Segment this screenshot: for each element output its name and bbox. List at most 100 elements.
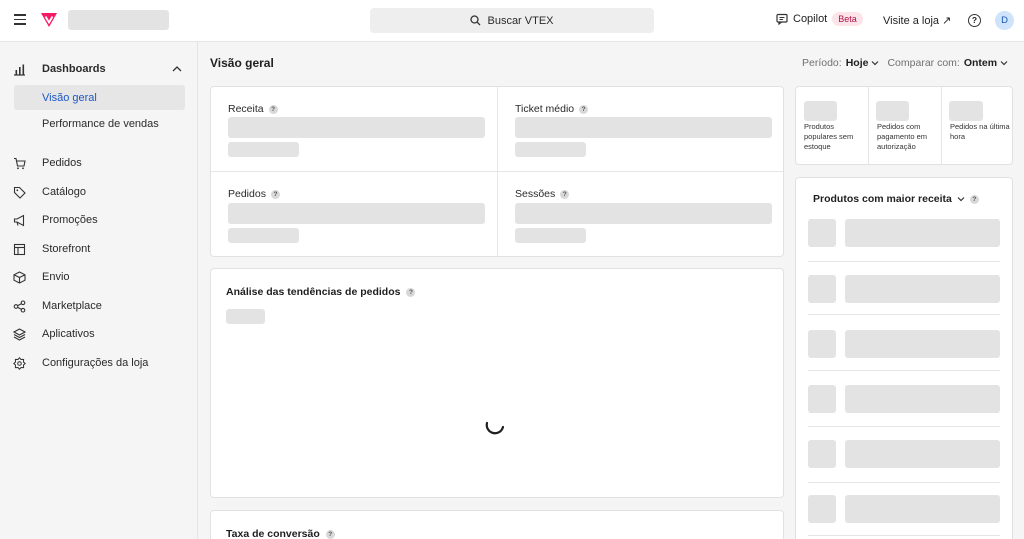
sidebar-item-label: Catálogo <box>42 186 87 198</box>
chat-icon <box>776 13 788 25</box>
sidebar-item-configuracoes[interactable]: Configurações da loja <box>0 351 198 375</box>
conversion-title: Taxa de conversão? <box>226 528 335 539</box>
metric-pedidos: Pedidos? <box>211 172 497 257</box>
divider <box>808 314 1000 315</box>
metric-label: Ticket médio <box>515 103 575 115</box>
product-thumb-skeleton <box>808 330 836 358</box>
sidebar-item-aplicativos[interactable]: Aplicativos <box>0 322 198 346</box>
loading-skeleton <box>949 101 983 121</box>
copilot-button[interactable]: Copilot Beta <box>776 12 863 26</box>
loading-skeleton <box>228 228 299 243</box>
stat-label: Pedidos na última hora <box>950 122 1010 141</box>
tag-icon <box>13 186 26 199</box>
product-thumb-skeleton <box>808 440 836 468</box>
divider <box>808 482 1000 483</box>
conversion-title-label: Taxa de conversão <box>226 528 320 539</box>
sidebar-item-label: Configurações da loja <box>42 357 149 369</box>
help-icon[interactable]: ? <box>270 189 280 199</box>
quick-stats-card: Produtos populares sem estoque Pedidos c… <box>795 86 1013 165</box>
sidebar-item-label: Storefront <box>42 243 91 255</box>
stat-label: Pedidos com pagamento em autorização <box>877 122 928 151</box>
sidebar-item-promocoes[interactable]: Promoções <box>0 208 198 232</box>
stat-label: Produtos populares sem estoque <box>804 122 854 151</box>
compare-label: Comparar com: <box>887 57 960 69</box>
sidebar-item-dashboards[interactable]: Dashboards <box>0 57 198 81</box>
help-icon[interactable]: ? <box>579 104 589 114</box>
stat-popular-out-of-stock[interactable]: Produtos populares sem estoque <box>796 87 868 166</box>
loading-skeleton <box>515 117 772 138</box>
product-row-skeleton <box>845 330 1000 358</box>
metric-ticket-medio: Ticket médio? <box>498 87 784 172</box>
sidebar-item-label: Pedidos <box>42 157 82 169</box>
product-thumb-skeleton <box>808 219 836 247</box>
product-row-skeleton <box>845 440 1000 468</box>
chevron-down-icon <box>957 197 965 202</box>
loading-skeleton <box>804 101 837 121</box>
metric-sessoes: Sessões? <box>498 172 784 257</box>
search-icon <box>470 15 481 26</box>
product-thumb-skeleton <box>808 385 836 413</box>
sidebar-subitem-label: Performance de vendas <box>42 117 159 130</box>
metric-label: Pedidos <box>228 188 266 200</box>
period-controls: Período: Hoje Comparar com: Ontem <box>802 57 1008 69</box>
help-icon[interactable]: ? <box>325 529 335 539</box>
divider <box>808 535 1000 536</box>
help-icon[interactable]: ? <box>560 189 570 199</box>
help-icon[interactable]: ? <box>406 287 416 297</box>
stat-pending-payment[interactable]: Pedidos com pagamento em autorização <box>869 87 941 166</box>
copilot-label: Copilot <box>793 13 828 25</box>
vtex-logo-icon[interactable] <box>40 11 58 29</box>
divider <box>808 261 1000 262</box>
top-products-title[interactable]: Produtos com maior receita ? <box>813 193 979 205</box>
product-row-skeleton <box>845 385 1000 413</box>
chevron-down-icon <box>872 61 879 66</box>
sidebar-item-pedidos[interactable]: Pedidos <box>0 151 198 175</box>
loading-skeleton <box>228 142 299 157</box>
metric-label: Sessões <box>515 188 556 200</box>
product-thumb-skeleton <box>808 275 836 303</box>
loading-skeleton <box>515 142 586 157</box>
avatar[interactable]: D <box>995 11 1014 30</box>
loading-skeleton <box>876 101 909 121</box>
sidebar-item-label: Envio <box>42 271 70 283</box>
product-row-skeleton <box>845 219 1000 247</box>
period-select[interactable]: Hoje <box>846 57 880 69</box>
chevron-down-icon <box>1000 61 1008 66</box>
sidebar-subitem-performance[interactable]: Performance de vendas <box>14 111 185 136</box>
store-name-placeholder[interactable] <box>68 10 169 30</box>
sidebar-item-storefront[interactable]: Storefront <box>0 237 198 261</box>
stat-orders-last-hour[interactable]: Pedidos na última hora <box>942 87 1014 166</box>
sidebar-item-envio[interactable]: Envio <box>0 265 198 289</box>
help-icon[interactable]: ? <box>968 14 981 27</box>
help-icon[interactable]: ? <box>268 104 278 114</box>
conversion-card: Taxa de conversão? <box>210 510 784 539</box>
metric-receita: Receita? <box>211 87 497 172</box>
gear-icon <box>13 357 26 370</box>
sidebar-item-marketplace[interactable]: Marketplace <box>0 294 198 318</box>
sidebar-subitem-visao-geral[interactable]: Visão geral <box>14 85 185 110</box>
layout-icon <box>13 243 26 256</box>
sidebar-item-label: Promoções <box>42 214 98 226</box>
box-icon <box>13 271 26 284</box>
loading-skeleton <box>515 203 772 224</box>
trend-card: Análise das tendências de pedidos? <box>210 268 784 498</box>
visit-store-link[interactable]: Visite a loja ↗ <box>883 14 951 27</box>
sidebar-item-label: Dashboards <box>42 63 106 75</box>
loading-skeleton <box>226 309 265 324</box>
hamburger-menu-icon[interactable] <box>14 14 26 25</box>
period-label: Período: <box>802 57 842 69</box>
trend-title-label: Análise das tendências de pedidos <box>226 286 401 298</box>
trend-title: Análise das tendências de pedidos? <box>226 286 416 298</box>
product-row-skeleton <box>845 275 1000 303</box>
metrics-card: Receita? Ticket médio? Pedidos? Sessões? <box>210 86 784 257</box>
help-icon[interactable]: ? <box>969 194 979 204</box>
sidebar-subitem-label: Visão geral <box>42 91 97 104</box>
loading-skeleton <box>515 228 586 243</box>
beta-badge: Beta <box>832 12 863 26</box>
compare-select[interactable]: Ontem <box>964 57 1008 69</box>
sidebar-item-label: Aplicativos <box>42 328 95 340</box>
page-title: Visão geral <box>210 56 274 70</box>
search-button[interactable]: Buscar VTEX <box>370 8 654 33</box>
share-nodes-icon <box>13 300 26 313</box>
sidebar-item-catalogo[interactable]: Catálogo <box>0 180 198 204</box>
